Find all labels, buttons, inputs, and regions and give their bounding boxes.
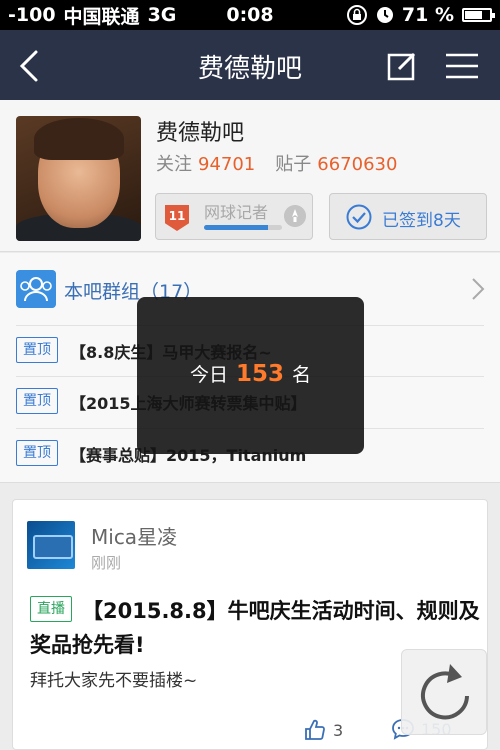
battery-icon — [462, 8, 495, 22]
carrier-name: 中国联通 — [63, 5, 140, 28]
group-icon — [16, 270, 56, 308]
sign-in-toast: 今日 153 名 — [137, 297, 364, 454]
signed-in-label: 已签到8天 — [382, 211, 461, 231]
posts-label: 贴子 — [275, 154, 312, 175]
status-right: 71 % — [346, 4, 495, 26]
refresh-button[interactable] — [401, 649, 487, 735]
battery-percent: 71 % — [401, 4, 454, 26]
level-button[interactable]: 11 网球记者 — [155, 193, 313, 240]
author-avatar[interactable] — [27, 521, 75, 569]
forum-avatar — [16, 116, 141, 241]
signal-strength: -100 — [8, 4, 56, 26]
toast-text: 今日 153 名 — [137, 360, 364, 387]
chevron-right-icon — [472, 278, 485, 300]
level-progress-fill — [204, 225, 268, 230]
status-bar: -100 中国联通 3G 0:08 71 % — [0, 0, 500, 30]
forum-stats: 关注 94701 贴子 6670630 — [156, 150, 411, 176]
forum-name: 费德勒吧 — [156, 121, 245, 146]
check-circle-icon — [346, 204, 372, 230]
follow-count: 94701 — [198, 154, 256, 175]
signed-in-button[interactable]: 已签到8天 — [329, 193, 487, 240]
pinned-tag: 置顶 — [16, 388, 58, 414]
post-author[interactable]: Mica星凌 — [91, 521, 177, 550]
post-time: 刚刚 — [91, 554, 122, 572]
like-button[interactable]: 3 — [303, 718, 343, 742]
pinned-tag: 置顶 — [16, 337, 58, 363]
status-left: -100 中国联通 3G — [8, 2, 176, 29]
toast-count: 153 — [235, 361, 284, 387]
toast-suffix: 名 — [292, 364, 312, 386]
post-body: 拜托大家先不要插楼~ — [30, 671, 198, 691]
battery-fill — [465, 11, 483, 19]
posts-count: 6670630 — [317, 154, 398, 175]
edit-icon[interactable] — [386, 50, 418, 82]
rocket-icon — [284, 205, 306, 227]
nav-bar: 费德勒吧 — [0, 30, 500, 100]
network-type: 3G — [147, 4, 177, 26]
refresh-icon — [421, 664, 469, 720]
follow-label: 关注 — [156, 154, 192, 175]
page-title: 费德勒吧 — [197, 54, 302, 84]
level-progress-bar — [204, 225, 282, 230]
like-count: 3 — [333, 720, 344, 740]
pinned-tag: 置顶 — [16, 440, 58, 466]
rotation-lock-icon — [346, 5, 367, 25]
level-badge: 11 — [165, 205, 189, 231]
toast-prefix: 今日 — [189, 364, 228, 386]
thumbs-up-icon — [305, 719, 325, 740]
alarm-icon — [376, 7, 393, 23]
menu-icon[interactable] — [444, 52, 480, 80]
level-title: 网球记者 — [204, 203, 269, 222]
